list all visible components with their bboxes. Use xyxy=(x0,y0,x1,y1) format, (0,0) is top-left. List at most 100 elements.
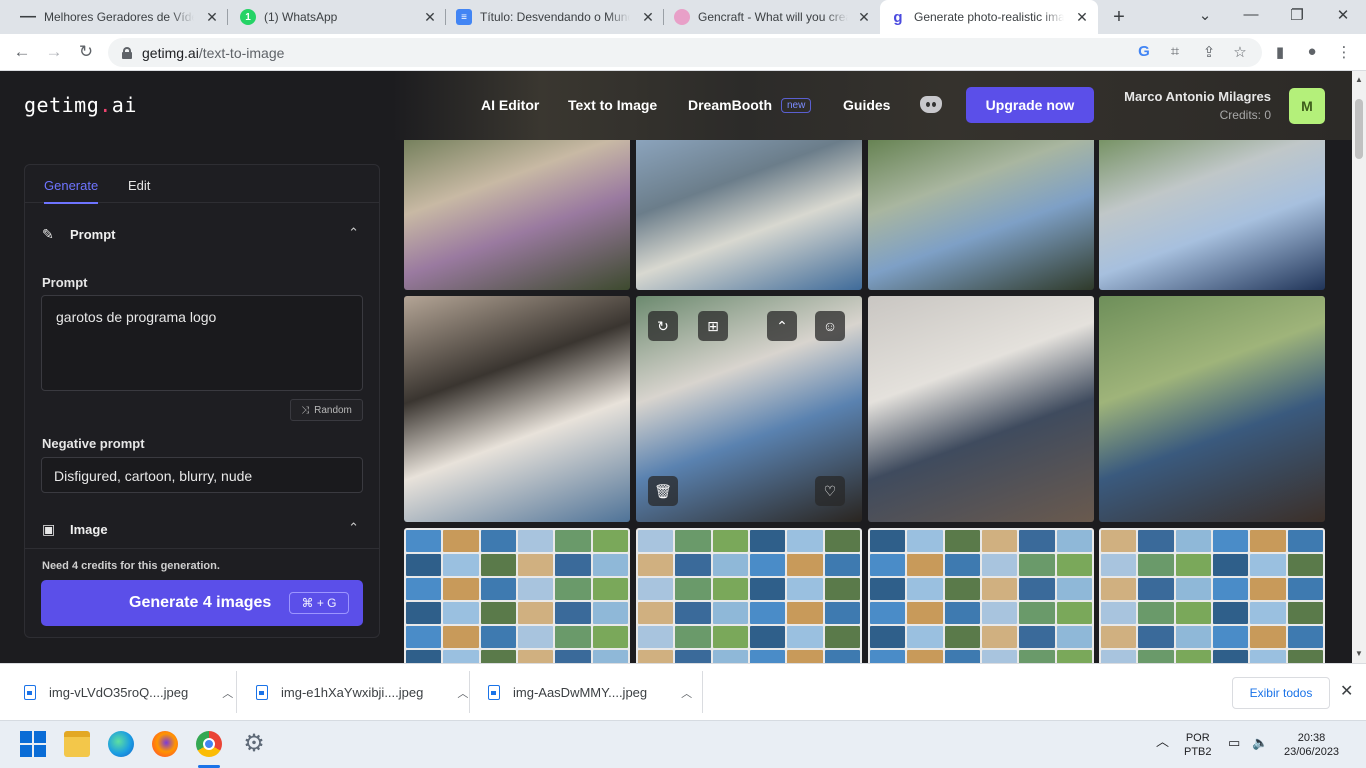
collage-image[interactable] xyxy=(868,528,1094,663)
reload-icon[interactable]: ↻ xyxy=(76,42,96,62)
settings-gear-icon[interactable]: ⚙ xyxy=(241,731,267,757)
collage-image[interactable] xyxy=(404,528,630,663)
random-button[interactable]: ⤨ Random xyxy=(290,399,363,421)
download-item[interactable]: img-AasDwMMY....jpeg ︿ xyxy=(488,664,692,721)
browser-tab-2[interactable]: 1 (1) WhatsApp ✕ xyxy=(230,0,446,34)
download-item[interactable]: img-vLVdO35roQ....jpeg ︿ xyxy=(24,664,233,721)
collage-tile xyxy=(1019,626,1055,648)
generated-image[interactable] xyxy=(868,296,1094,522)
face-fix-icon[interactable]: ☺ xyxy=(815,311,845,341)
language-indicator[interactable]: POR PTB2 xyxy=(1184,731,1212,759)
scroll-down-icon[interactable]: ▼ xyxy=(1355,649,1363,658)
collage-tile xyxy=(1250,650,1286,663)
edge-icon[interactable] xyxy=(108,731,134,757)
collage-tile xyxy=(1101,602,1137,624)
profile-icon[interactable]: ● xyxy=(1302,43,1322,60)
tab-edit[interactable]: Edit xyxy=(128,178,150,193)
network-icon[interactable]: ▭ xyxy=(1228,736,1240,750)
pencil-icon: ✎ xyxy=(42,226,54,242)
close-downloads-icon[interactable]: ✕ xyxy=(1340,681,1353,701)
getimg-logo[interactable]: getimg.ai xyxy=(24,93,137,117)
page-scrollbar[interactable]: ▲ ▼ xyxy=(1352,71,1366,663)
collage-tile xyxy=(824,650,860,663)
volume-icon[interactable]: 🔈 xyxy=(1252,736,1268,750)
collage-tile xyxy=(1101,578,1137,600)
upgrade-button[interactable]: Upgrade now xyxy=(966,87,1094,123)
collage-tile xyxy=(787,650,823,663)
close-window-icon[interactable]: ✕ xyxy=(1333,6,1353,24)
chevron-up-icon[interactable]: ︿ xyxy=(222,685,233,701)
nav-guides[interactable]: Guides xyxy=(843,97,890,113)
browser-tab-4[interactable]: Gencraft - What will you crea ✕ xyxy=(664,0,880,34)
close-tab-icon[interactable]: ✕ xyxy=(1074,9,1090,26)
generated-image[interactable] xyxy=(636,131,862,290)
chevron-up-icon[interactable]: ︿ xyxy=(681,685,692,701)
prompt-section-header[interactable]: ✎ Prompt ⌃ xyxy=(25,214,379,254)
close-tab-icon[interactable]: ✕ xyxy=(204,9,220,26)
nav-ai-editor[interactable]: AI Editor xyxy=(481,97,539,113)
back-icon[interactable]: ← xyxy=(12,42,32,62)
regenerate-icon[interactable]: ↻ xyxy=(648,311,678,341)
collage-tile xyxy=(1212,578,1249,600)
chrome-icon[interactable] xyxy=(196,731,222,757)
avatar[interactable]: M xyxy=(1289,88,1325,124)
download-item[interactable]: img-e1hXaYwxibji....jpeg ︿ xyxy=(256,664,468,721)
generated-image[interactable] xyxy=(1099,131,1325,290)
generated-image[interactable] xyxy=(868,131,1094,290)
bookmark-star-icon[interactable]: ☆ xyxy=(1230,43,1250,61)
generated-image[interactable] xyxy=(404,296,630,522)
generated-image[interactable] xyxy=(404,131,630,290)
generate-button[interactable]: Generate 4 images ⌘ + G xyxy=(41,580,363,626)
show-all-downloads-button[interactable]: Exibir todos xyxy=(1232,677,1330,709)
chevron-up-icon[interactable]: ⌃ xyxy=(348,520,359,536)
side-panel-icon[interactable]: ▮ xyxy=(1270,43,1290,61)
generated-image[interactable] xyxy=(1099,296,1325,522)
chevron-up-icon[interactable]: ⌃ xyxy=(348,225,359,241)
tab-search-icon[interactable]: ⌄ xyxy=(1195,6,1215,24)
upscale-icon[interactable]: ⌃ xyxy=(767,311,797,341)
nav-text-to-image[interactable]: Text to Image xyxy=(568,97,657,113)
nav-dreambooth[interactable]: DreamBooth xyxy=(688,97,772,113)
browser-tab-3[interactable]: ≡ Título: Desvendando o Mund ✕ xyxy=(446,0,664,34)
tab-generate[interactable]: Generate xyxy=(44,178,99,204)
collage-tile xyxy=(555,554,591,576)
collage-tile xyxy=(824,530,860,552)
chevron-up-icon[interactable]: ︿ xyxy=(457,685,468,701)
collage-tile xyxy=(1212,554,1249,576)
browser-tab-1[interactable]: — Melhores Geradores de Víde ✕ xyxy=(10,0,228,34)
collage-tile xyxy=(517,602,554,624)
google-icon[interactable]: G xyxy=(1134,43,1154,60)
browser-tab-5-active[interactable]: g Generate photo-realistic ima ✕ xyxy=(880,0,1098,34)
discord-icon[interactable] xyxy=(920,96,942,113)
image-edit-icon[interactable]: ⊞ xyxy=(698,311,728,341)
minimize-icon[interactable]: — xyxy=(1241,6,1261,23)
collage-tile xyxy=(517,530,554,552)
collage-image[interactable] xyxy=(636,528,862,663)
collage-tile xyxy=(787,530,823,552)
new-tab-icon[interactable]: + xyxy=(1108,6,1130,29)
heart-icon[interactable]: ♡ xyxy=(815,476,845,506)
trash-icon[interactable]: 🗑 xyxy=(648,476,678,506)
close-tab-icon[interactable]: ✕ xyxy=(422,9,438,26)
prompt-input[interactable]: garotos de programa logo xyxy=(41,295,363,391)
windows-start-icon[interactable] xyxy=(20,731,46,757)
scroll-thumb[interactable] xyxy=(1355,99,1363,159)
share-icon[interactable]: ⇪ xyxy=(1199,43,1219,61)
translate-icon[interactable]: ⌗ xyxy=(1165,43,1185,60)
restore-icon[interactable]: ❐ xyxy=(1287,6,1307,24)
collage-image[interactable] xyxy=(1099,528,1325,663)
menu-icon[interactable]: ⋮ xyxy=(1334,43,1354,61)
close-tab-icon[interactable]: ✕ xyxy=(640,9,656,26)
scroll-up-icon[interactable]: ▲ xyxy=(1355,75,1363,84)
close-tab-icon[interactable]: ✕ xyxy=(856,9,872,26)
firefox-icon[interactable] xyxy=(152,731,178,757)
image-section-header[interactable]: ▣ Image ⌃ xyxy=(25,509,379,549)
clock[interactable]: 20:38 23/06/2023 xyxy=(1284,731,1339,759)
negative-prompt-input[interactable]: Disfigured, cartoon, blurry, nude xyxy=(41,457,363,493)
chevron-up-icon[interactable]: ︿ xyxy=(1156,735,1169,749)
collage-tile xyxy=(712,650,748,663)
omnibox[interactable]: getimg.ai/text-to-image xyxy=(108,38,1262,67)
file-explorer-icon[interactable] xyxy=(64,731,90,757)
keyboard-layout: PTB2 xyxy=(1184,746,1212,758)
forward-icon[interactable]: → xyxy=(44,42,64,62)
